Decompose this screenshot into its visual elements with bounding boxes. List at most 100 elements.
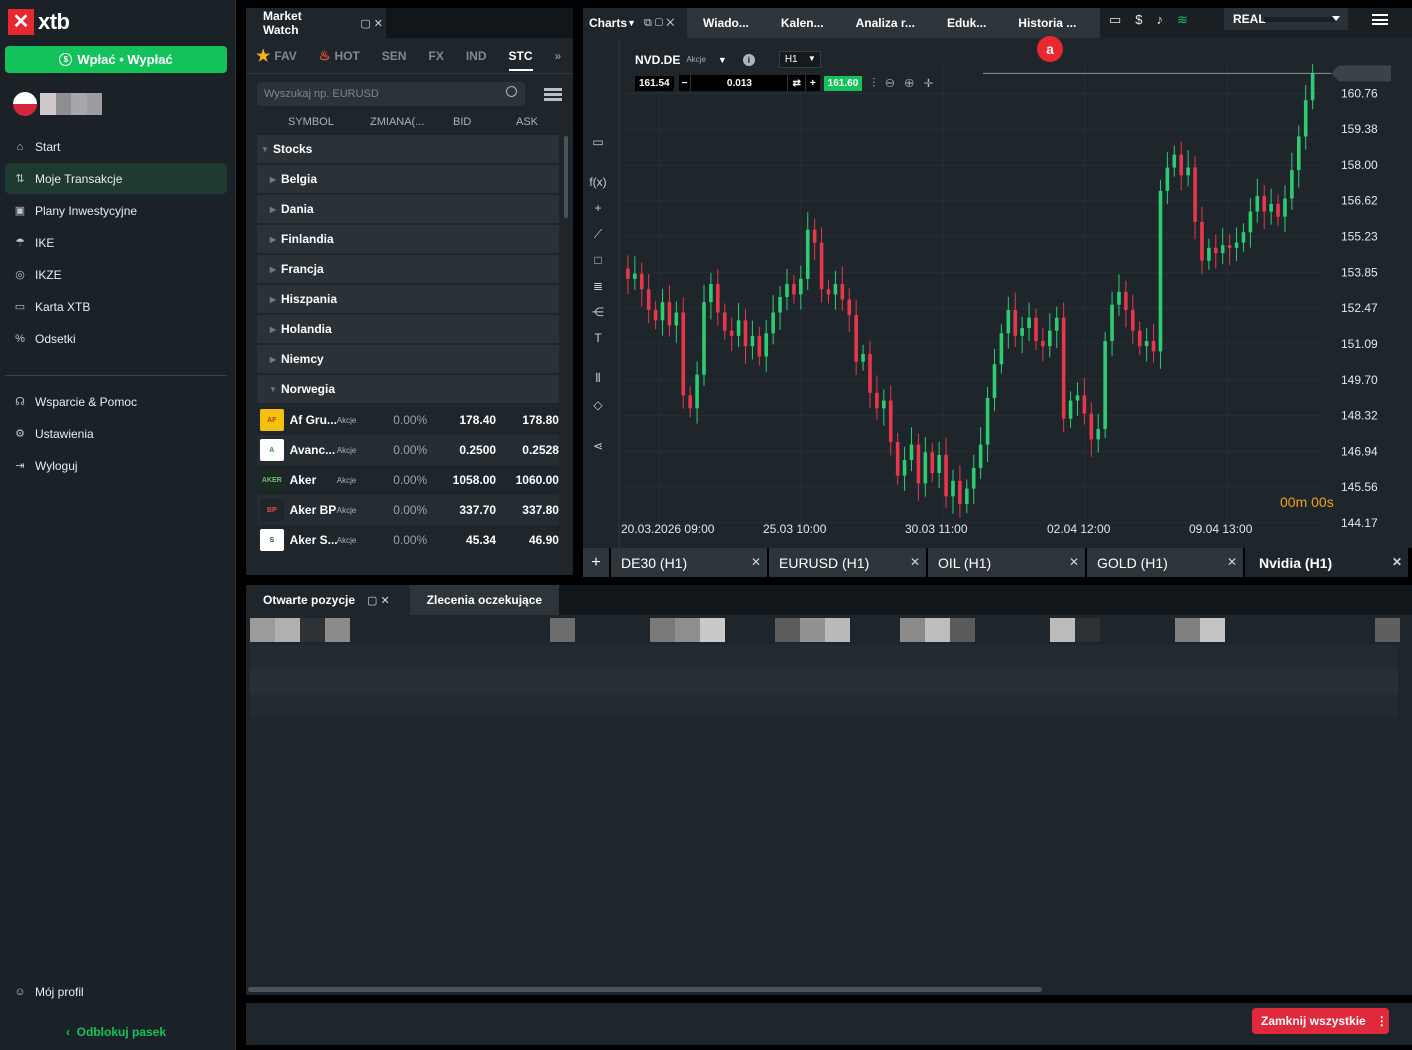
close-icon[interactable]: ✕ [374,18,386,30]
tabs-scroll-right-icon[interactable]: » [555,49,562,63]
group-hiszpania[interactable]: ▶ Hiszpania [257,285,559,314]
maximize-icon[interactable]: ▢ [367,595,380,607]
dollar-signal-icon[interactable]: $ [1135,12,1156,27]
column-change[interactable]: ZMIANA(... [370,116,424,128]
sidebar-item-ustawienia[interactable]: ⚙ Ustawienia [5,418,227,449]
group-belgia[interactable]: ▶ Belgia [257,165,559,194]
candles-icon[interactable]: ⫶ [872,76,885,90]
sidebar-item-wyloguj[interactable]: ⇥ Wyloguj [5,450,227,481]
zoom-in-icon[interactable]: ⊕ [905,76,924,90]
market-watch-tab[interactable]: Market Watch ▢✕ [246,8,386,38]
group-dania[interactable]: ▶ Dania [257,195,559,224]
list-view-icon[interactable] [544,88,562,101]
group-niemcy[interactable]: ▶ Niemcy [257,345,559,374]
caret-down-icon[interactable]: ▼ [718,55,727,65]
sidebar-item-odsetki[interactable]: % Odsetki [5,323,227,354]
sidebar-item-wsparcie[interactable]: ☊ Wsparcie & Pomoc [5,386,227,417]
tab-de30[interactable]: DE30 (H1) ✕ [611,548,767,577]
close-icon[interactable]: ✕ [1392,555,1402,569]
close-icon[interactable]: ✕ [666,17,677,29]
tab-sen[interactable]: SEN [382,49,407,63]
tab-nvidia[interactable]: Nvidia (H1) ✕ [1245,548,1408,577]
stock-ask[interactable]: 178.80 [496,413,559,427]
tab-hot[interactable]: ♨ HOT [319,48,360,64]
close-icon[interactable]: ✕ [1069,555,1079,569]
group-holandia[interactable]: ▶ Holandia [257,315,559,344]
text-tool-icon[interactable]: T [583,331,613,345]
unlock-bar-button[interactable]: ‹ Odblokuj pasek [66,1025,166,1039]
stock-bid[interactable]: 45.34 [427,533,496,547]
zoom-out-icon[interactable]: ⊖ [885,76,904,90]
swap-icon[interactable]: ⇄ [788,75,805,91]
poland-flag-icon[interactable] [13,92,37,116]
stock-row[interactable]: A Avanc... Akcje 0.00% 0.2500 0.2528 [257,435,559,465]
tab-open-positions[interactable]: Otwarte pozycje ▢✕ [246,585,410,615]
column-ask[interactable]: ASK [516,116,538,128]
volume-input[interactable]: 0.013 [690,75,789,91]
stock-ask[interactable]: 46.90 [496,533,559,547]
account-mode-select[interactable]: REAL [1224,8,1348,30]
deposit-withdraw-button[interactable]: $ Wpłać • Wypłać [5,46,227,73]
sidebar-item-ike[interactable]: ☂ IKE [5,227,227,258]
symbol-name[interactable]: NVD.DE [635,53,680,67]
close-icon[interactable]: ✕ [910,555,920,569]
sidebar-item-ikze[interactable]: ◎ IKZE [5,259,227,290]
maximize-icon[interactable]: ▢ [360,18,373,30]
stock-ask[interactable]: 0.2528 [496,443,559,457]
stock-row[interactable]: AF Af Gru... Akcje 0.00% 178.40 178.80 [257,405,559,435]
column-symbol[interactable]: SYMBOL [288,116,334,128]
symbol-search-input[interactable]: Wyszukaj np. EURUSD [257,82,525,106]
close-icon[interactable]: ✕ [1227,555,1237,569]
crosshair-icon[interactable]: ✛ [924,76,943,90]
bell-icon[interactable]: ♪ [1157,12,1178,27]
layout-icon[interactable]: ▭ [1109,12,1135,27]
window-controls[interactable]: ⧉▢✕ [644,17,678,30]
group-norwegia[interactable]: ▼ Norwegia [257,375,559,404]
tab-stc[interactable]: STC [508,41,533,71]
tab-oil[interactable]: OIL (H1) ✕ [928,548,1085,577]
sidebar-item-moj-profil[interactable]: ☺ Mój profil [5,976,227,1007]
info-icon[interactable]: i [742,53,755,66]
more-options-icon[interactable]: ⋮ [1376,1014,1388,1028]
popout-icon[interactable]: ⧉ [644,17,655,29]
indicators-icon[interactable]: ⫴ [583,371,613,386]
layers-icon[interactable]: ◇ [583,398,613,412]
sidebar-item-moje-transakcje[interactable]: ⇅ Moje Transakcje [5,163,227,194]
group-finlandia[interactable]: ▶ Finlandia [257,225,559,254]
positions-scrollbar[interactable] [248,987,1042,992]
stock-row[interactable]: BP Aker BP Akcje 0.00% 337.70 337.80 [257,495,559,525]
stock-bid[interactable]: 0.2500 [427,443,496,457]
tab-historia[interactable]: Historia ... [1002,8,1093,38]
sidebar-item-start[interactable]: ⌂ Start [5,131,227,162]
close-icon[interactable]: ✕ [751,555,761,569]
close-all-button[interactable]: Zamknij wszystkie ⋮ [1252,1008,1389,1034]
tab-kalendarz[interactable]: Kalen... [764,8,840,38]
tab-charts[interactable]: Charts ▼ ⧉▢✕ [583,8,687,38]
stock-bid[interactable]: 178.40 [427,413,496,427]
tab-ind[interactable]: IND [466,49,487,63]
stock-ask[interactable]: 1060.00 [496,473,559,487]
tab-gold[interactable]: GOLD (H1) ✕ [1087,548,1243,577]
tab-eurusd[interactable]: EURUSD (H1) ✕ [769,548,926,577]
tab-fx[interactable]: FX [428,49,443,63]
fibonacci-icon[interactable]: ≣ [583,279,613,293]
tab-fav[interactable]: ★ FAV [256,46,297,66]
tab-pending-orders[interactable]: Zlecenia oczekujące [409,585,560,615]
stock-ask[interactable]: 337.80 [496,503,559,517]
tab-wiadomosci[interactable]: Wiado... [687,8,765,38]
sidebar-item-karta-xtb[interactable]: ▭ Karta XTB [5,291,227,322]
maximize-icon[interactable]: ▢ [655,17,666,29]
function-icon[interactable]: f(x) [583,175,613,189]
pitchfork-icon[interactable]: ⋲ [583,305,613,319]
sidebar-item-plany-inwestycyjne[interactable]: ▣ Plany Inwestycyjne [5,195,227,226]
group-stocks[interactable]: ▼ Stocks [257,135,559,164]
group-francja[interactable]: ▶ Francja [257,255,559,284]
column-bid[interactable]: BID [453,116,471,128]
menu-icon[interactable] [1372,14,1388,25]
timeframe-select[interactable]: H1 ▼ [778,51,821,68]
search-icon[interactable] [506,86,517,97]
tab-edukacja[interactable]: Eduk... [930,8,1003,38]
close-icon[interactable]: ✕ [380,595,392,607]
tab-analiza[interactable]: Analiza r... [839,8,931,38]
stock-bid[interactable]: 337.70 [427,503,496,517]
